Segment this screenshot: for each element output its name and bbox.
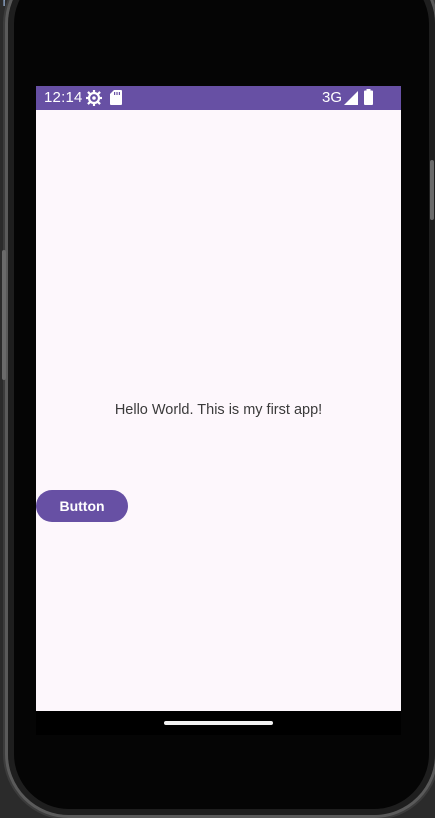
- navigation-bar: [36, 711, 401, 735]
- sd-card-icon: [110, 90, 122, 105]
- volume-button[interactable]: [2, 250, 6, 380]
- battery-icon: [364, 89, 373, 105]
- network-type: 3G: [322, 89, 343, 106]
- signal-icon: [344, 91, 358, 105]
- home-handle[interactable]: [164, 721, 273, 725]
- gear-icon: [86, 90, 102, 106]
- status-bar: 12:14 3G: [36, 86, 401, 110]
- hello-world-text: Hello World. This is my first app!: [114, 402, 323, 418]
- main-button[interactable]: Button: [36, 490, 128, 522]
- status-time: 12:14: [44, 89, 83, 106]
- power-button[interactable]: [430, 160, 434, 220]
- device-screen: 12:14 3G Hello World. This is my first a…: [36, 86, 401, 735]
